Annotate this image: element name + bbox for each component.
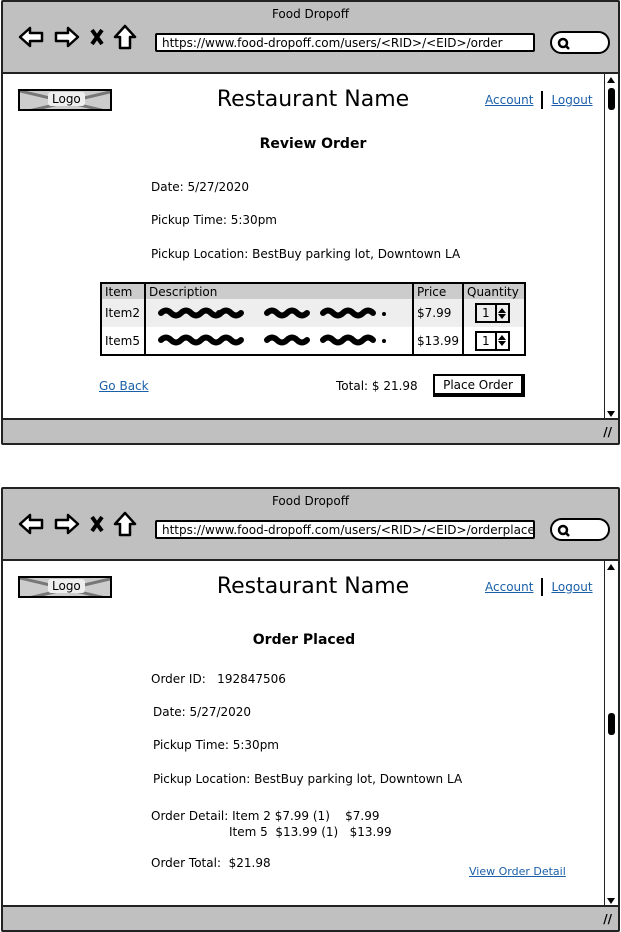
price-cell: $13.99 — [412, 327, 463, 355]
place-order-button[interactable]: Place Order — [433, 374, 525, 397]
table-row: Item2 $7.99 1 — [100, 299, 525, 327]
window-title: Food Dropoff — [271, 494, 350, 508]
divider — [541, 91, 544, 109]
forward-icon[interactable] — [53, 25, 81, 49]
back-icon[interactable] — [17, 512, 45, 536]
col-header: Description — [144, 283, 413, 299]
scroll-up-icon[interactable] — [607, 564, 615, 570]
account-link[interactable]: Account — [485, 93, 533, 107]
col-header: Quantity — [462, 283, 525, 299]
stop-icon[interactable] — [89, 512, 105, 536]
url-bar[interactable]: https://www.food-dropoff.com/users/<RID>… — [155, 520, 535, 539]
search-box[interactable] — [550, 31, 610, 54]
pickup-location: Pickup Location: BestBuy parking lot, Do… — [153, 772, 463, 786]
home-icon[interactable] — [113, 24, 137, 50]
back-icon[interactable] — [17, 25, 45, 49]
status-bar: // — [3, 418, 618, 443]
window-title: Food Dropoff — [271, 7, 350, 21]
search-icon — [557, 524, 570, 537]
search-icon — [557, 37, 570, 50]
col-header: Item — [100, 283, 145, 299]
scroll-down-icon[interactable] — [607, 898, 615, 904]
item-cell: Item5 — [100, 327, 145, 355]
table-row: Item5 $13.99 1 — [100, 327, 525, 355]
url-bar[interactable]: https://www.food-dropoff.com/users/<RID>… — [155, 33, 535, 52]
total: Total: $ 21.98 — [336, 379, 418, 393]
description-scribble — [144, 299, 413, 327]
page-title: Review Order — [259, 136, 367, 152]
quantity-stepper[interactable]: 1 — [475, 330, 510, 351]
scroll-thumb[interactable] — [608, 713, 615, 735]
search-box[interactable] — [550, 518, 610, 541]
home-icon[interactable] — [113, 511, 137, 537]
pickup-time: Pickup Time: 5:30pm — [151, 213, 277, 227]
divider — [541, 578, 544, 596]
order-table: Item Description Price Quantity Item2 $7.99… — [100, 282, 526, 356]
resize-grip-icon[interactable]: // — [603, 912, 612, 926]
page-content: Logo Restaurant Name Account Logout Revie… — [3, 72, 604, 418]
status-bar: // — [3, 905, 618, 930]
item-cell: Item2 — [100, 299, 145, 327]
stop-icon[interactable] — [89, 25, 105, 49]
scrollbar[interactable] — [604, 72, 618, 420]
order-total: Order Total: $21.98 — [151, 856, 271, 870]
resize-grip-icon[interactable]: // — [603, 425, 612, 439]
page-title: Order Placed — [252, 632, 356, 648]
price-cell: $7.99 — [412, 299, 463, 327]
description-scribble — [144, 327, 413, 355]
scrollbar[interactable] — [604, 559, 618, 907]
browser-window-review: Food Dropoff https://www.food-dropoff.co… — [1, 0, 620, 445]
date: Date: 5/27/2020 — [151, 180, 250, 194]
logout-link[interactable]: Logout — [551, 93, 592, 107]
pickup-location: Pickup Location: BestBuy parking lot, Do… — [151, 247, 461, 261]
forward-icon[interactable] — [53, 512, 81, 536]
order-detail-line: Order Detail: Item 2 $7.99 (1) $7.99 — [151, 809, 380, 823]
scroll-down-icon[interactable] — [607, 411, 615, 417]
logout-link[interactable]: Logout — [551, 580, 592, 594]
quantity-stepper[interactable]: 1 — [475, 303, 510, 323]
date: Date: 5/27/2020 — [153, 705, 252, 719]
browser-window-order-placed: Food Dropoff https://www.food-dropoff.co… — [1, 487, 620, 932]
order-detail-line: Item 5 $13.99 (1) $13.99 — [229, 825, 392, 839]
view-order-detail-link[interactable]: View Order Detail — [469, 865, 566, 878]
go-back-link[interactable]: Go Back — [99, 379, 149, 393]
pickup-time: Pickup Time: 5:30pm — [153, 738, 279, 752]
account-link[interactable]: Account — [485, 580, 533, 594]
order-id: Order ID: 192847506 — [151, 672, 286, 686]
col-header: Price — [412, 283, 463, 299]
page-content: Logo Restaurant Name Account Logout Order… — [3, 559, 604, 905]
scroll-thumb[interactable] — [608, 88, 615, 110]
scroll-up-icon[interactable] — [607, 77, 615, 83]
